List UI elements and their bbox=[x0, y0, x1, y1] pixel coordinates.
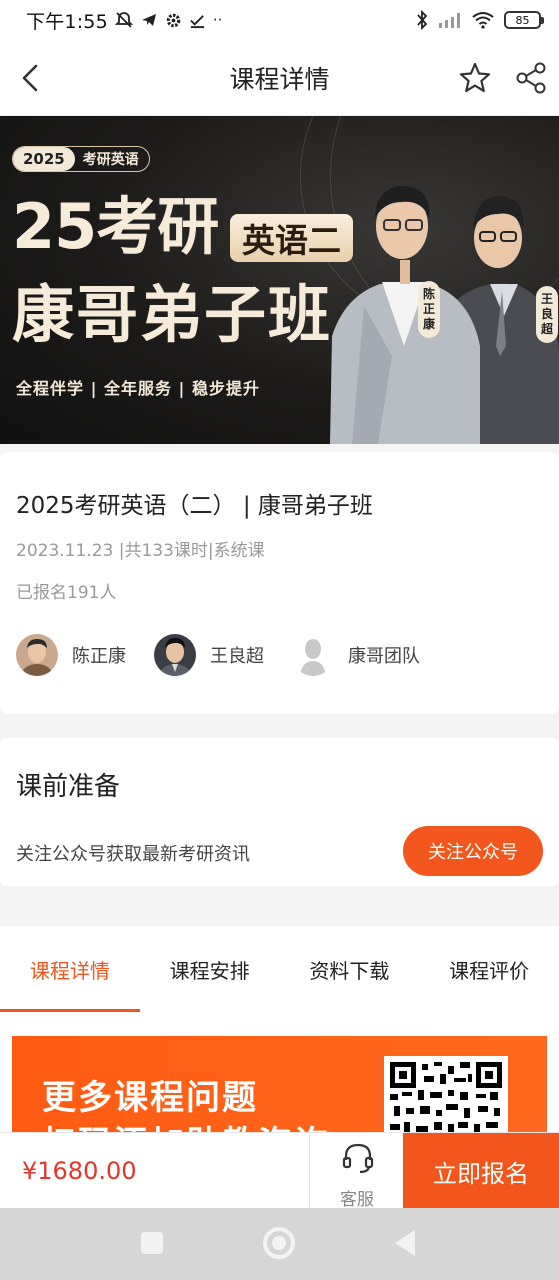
bluetooth-icon bbox=[417, 10, 428, 30]
banner-chip: 2025 考研英语 bbox=[12, 146, 150, 172]
banner-headline-1: 25考研 bbox=[12, 190, 219, 263]
avatar bbox=[154, 634, 196, 676]
promo-line-1: 更多课程问题 bbox=[42, 1078, 258, 1118]
banner-chip-year: 2025 bbox=[13, 147, 75, 171]
back-arrow-icon[interactable] bbox=[14, 58, 50, 98]
share-icon[interactable] bbox=[514, 60, 548, 96]
avatar-placeholder-icon bbox=[292, 634, 334, 676]
promo-banner: 更多课程问题 扫码添加助教咨询 bbox=[12, 1036, 547, 1132]
bottom-action-bar: ¥1680.00 客服 立即报名 bbox=[0, 1132, 559, 1210]
tab-course-schedule[interactable]: 课程安排 bbox=[140, 926, 280, 1012]
teacher-item[interactable]: 康哥团队 bbox=[292, 634, 420, 676]
teacher-name: 陈正康 bbox=[72, 646, 126, 667]
prep-desc: 关注公众号获取最新考研资讯 bbox=[16, 844, 250, 865]
wifi-icon bbox=[472, 12, 494, 29]
detail-tabs: 课程详情 课程安排 资料下载 课程评价 bbox=[0, 926, 559, 1012]
battery-level: 85 bbox=[515, 13, 530, 27]
check-icon bbox=[190, 14, 204, 28]
teacher-list: 陈正康 王良超 康哥团队 bbox=[16, 634, 448, 676]
course-title: 2025考研英语（二） | 康哥弟子班 bbox=[16, 493, 373, 519]
enroll-now-button[interactable]: 立即报名 bbox=[403, 1133, 559, 1209]
favorite-star-icon[interactable] bbox=[457, 60, 493, 96]
telegram-icon bbox=[141, 14, 156, 26]
gear-icon bbox=[166, 13, 181, 27]
prep-card: 课前准备 关注公众号获取最新考研资讯 关注公众号 bbox=[0, 738, 559, 886]
prep-title: 课前准备 bbox=[16, 772, 121, 802]
banner-name-tag-left: 陈正康 bbox=[418, 281, 440, 338]
signal-icon bbox=[439, 13, 460, 28]
course-meta: 2023.11.23 |共133课时|系统课 bbox=[16, 541, 265, 561]
promo-line-2: 扫码添加助教咨询 bbox=[42, 1116, 330, 1132]
status-time: 下午1:55 bbox=[26, 10, 108, 33]
enrolled-count: 已报名191人 bbox=[16, 583, 117, 603]
banner-name-tag-right: 王良超 bbox=[536, 286, 558, 343]
more-dots-icon: ·· bbox=[212, 11, 223, 29]
system-navigation-bar bbox=[0, 1208, 559, 1280]
customer-service-label: 客服 bbox=[340, 1190, 374, 1210]
recent-apps-icon[interactable] bbox=[141, 1232, 163, 1254]
nav-bar: 课程详情 bbox=[0, 40, 559, 116]
avatar bbox=[16, 634, 58, 676]
qr-code-icon bbox=[384, 1056, 508, 1132]
course-banner: 2025 考研英语 25考研 英语二 康哥弟子班 全程伴学 | 全年服务 | 稳… bbox=[0, 116, 559, 444]
follow-official-account-button[interactable]: 关注公众号 bbox=[403, 826, 543, 876]
home-icon[interactable] bbox=[263, 1227, 295, 1259]
teacher-photo-left bbox=[330, 186, 480, 444]
banner-headline-2: 康哥弟子班 bbox=[12, 278, 333, 351]
battery-icon: 85 bbox=[504, 11, 544, 29]
teacher-item[interactable]: 陈正康 bbox=[16, 634, 126, 676]
tab-materials-download[interactable]: 资料下载 bbox=[280, 926, 420, 1012]
teacher-name: 康哥团队 bbox=[348, 646, 420, 667]
course-detail-page: 下午1:55 ·· 85 课程详情 2025 考研英语 25考研 英语二 康哥弟… bbox=[0, 0, 559, 1280]
mute-bell-icon bbox=[114, 12, 133, 28]
customer-service-button[interactable]: 客服 bbox=[309, 1133, 403, 1210]
system-back-icon[interactable] bbox=[395, 1230, 415, 1256]
banner-subtitle: 全程伴学 | 全年服务 | 稳步提升 bbox=[16, 379, 260, 398]
course-price: ¥1680.00 bbox=[22, 1157, 137, 1185]
teacher-photos bbox=[330, 186, 559, 444]
status-bar: 下午1:55 ·· 85 bbox=[0, 0, 559, 40]
tab-course-detail[interactable]: 课程详情 bbox=[0, 926, 140, 1012]
tab-course-reviews[interactable]: 课程评价 bbox=[419, 926, 559, 1012]
teacher-name: 王良超 bbox=[210, 646, 264, 667]
headset-icon bbox=[342, 1143, 374, 1174]
teacher-item[interactable]: 王良超 bbox=[154, 634, 264, 676]
course-info-card: 2025考研英语（二） | 康哥弟子班 2023.11.23 |共133课时|系… bbox=[0, 452, 559, 714]
banner-chip-text: 考研英语 bbox=[82, 152, 139, 168]
